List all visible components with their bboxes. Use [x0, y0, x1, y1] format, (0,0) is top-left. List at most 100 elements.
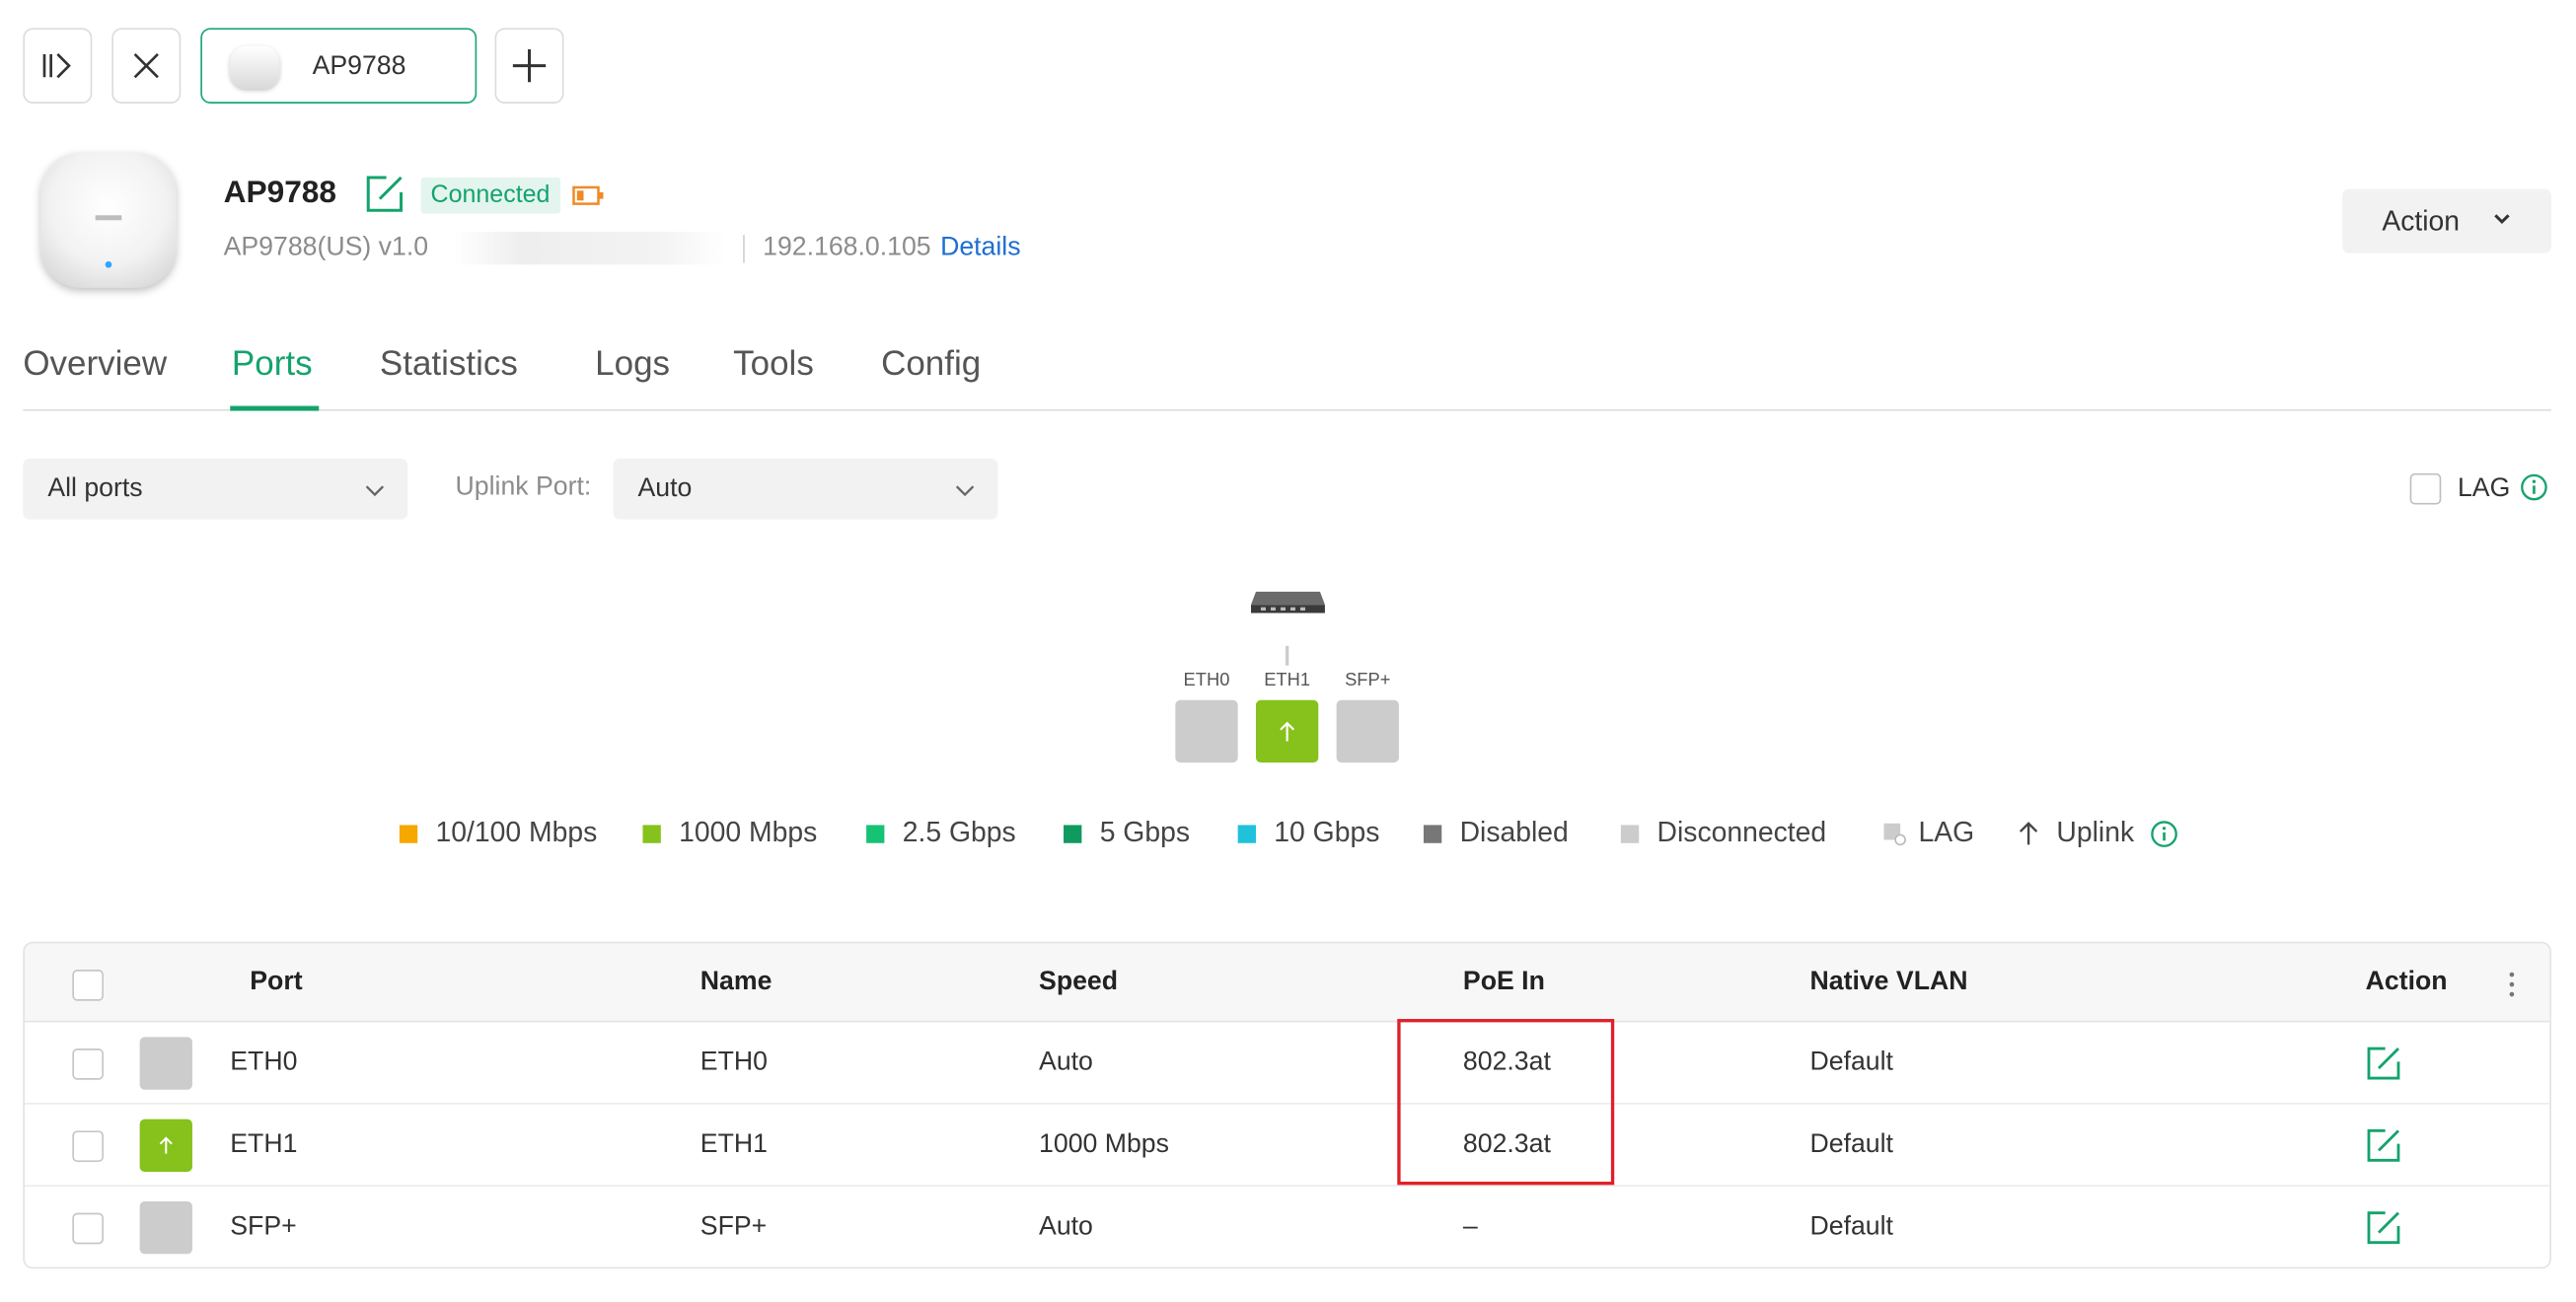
legend-swatch: [399, 824, 418, 842]
edit-icon[interactable]: [2366, 1209, 2402, 1246]
lag-label: LAG: [2457, 474, 2511, 503]
tab-statistics[interactable]: Statistics: [380, 345, 518, 385]
edit-icon[interactable]: [2366, 1046, 2402, 1082]
more-options-icon[interactable]: [2509, 972, 2516, 998]
poe-power-icon: [572, 185, 604, 205]
legend-label: LAG: [1918, 817, 1975, 848]
legend-label: 5 Gbps: [1099, 817, 1191, 848]
ports-table: Port Name Speed PoE In Native VLAN Actio…: [23, 941, 2551, 1269]
legend-item: Disconnected: [1620, 815, 1827, 851]
chevron-down-icon: [365, 485, 385, 497]
lag-checkbox[interactable]: [2409, 472, 2442, 505]
diagram-port-sfp[interactable]: [1336, 699, 1399, 763]
plus-icon: [512, 48, 547, 83]
cell-speed: Auto: [1039, 1212, 1093, 1241]
diagram-port-label: SFP+: [1345, 670, 1391, 690]
device-tab-chip[interactable]: AP9788: [200, 28, 478, 104]
cell-name: SFP+: [699, 1212, 768, 1241]
info-icon[interactable]: [2151, 820, 2178, 847]
legend-label: Disconnected: [1656, 817, 1827, 848]
cell-poe-in: –: [1462, 1212, 1478, 1241]
cell-speed: 1000 Mbps: [1039, 1130, 1169, 1159]
legend-item: Uplink: [2017, 815, 2178, 851]
chevron-down-icon: [955, 485, 975, 497]
column-header-poe-in[interactable]: PoE In: [1463, 968, 1545, 997]
add-tab-button[interactable]: [494, 28, 564, 104]
cell-native-vlan: Default: [1809, 1130, 1893, 1159]
row-checkbox[interactable]: [72, 1130, 104, 1163]
edit-name-icon[interactable]: [365, 175, 405, 214]
uplink-port-label: Uplink Port:: [455, 472, 592, 502]
device-name: AP9788: [223, 176, 337, 211]
chevron-down-icon: [2494, 214, 2510, 225]
legend-swatch: [1620, 824, 1640, 842]
cell-port: ETH0: [230, 1049, 298, 1077]
action-dropdown-button[interactable]: Action: [2342, 188, 2551, 253]
status-badge: Connected: [420, 177, 560, 214]
column-header-native-vlan[interactable]: Native VLAN: [1809, 968, 1967, 997]
expand-panel-icon: [42, 53, 71, 79]
column-header-speed[interactable]: Speed: [1039, 968, 1118, 997]
device-model: AP9788(US) v1.0: [223, 233, 429, 261]
expand-sidebar-button[interactable]: [23, 28, 93, 104]
table-row[interactable]: ETH1 ETH1 1000 Mbps 802.3at Default: [24, 1105, 2550, 1187]
legend-swatch: [866, 824, 885, 842]
legend-item: 5 Gbps: [1064, 815, 1190, 851]
port-status-icon: [139, 1200, 192, 1255]
uplink-port-value: Auto: [637, 474, 693, 503]
table-header: Port Name Speed PoE In Native VLAN Actio…: [24, 943, 2550, 1023]
legend-item: LAG: [1882, 815, 1974, 851]
column-header-port[interactable]: Port: [250, 968, 302, 997]
device-brand-mark: [95, 215, 122, 221]
action-dropdown-label: Action: [2382, 204, 2461, 237]
diagram-port-label: ETH1: [1264, 670, 1311, 690]
divider: [743, 235, 745, 263]
column-header-name[interactable]: Name: [700, 968, 773, 997]
edit-icon[interactable]: [2366, 1127, 2402, 1164]
legend-label: 10/100 Mbps: [435, 817, 598, 848]
ports-page: AP9788 AP9788 Connected AP9788(US) v1.0 …: [0, 0, 2576, 1302]
ports-filter-value: All ports: [47, 474, 143, 503]
tab-logs[interactable]: Logs: [595, 345, 670, 385]
info-icon[interactable]: [2520, 473, 2547, 501]
redacted-mac-address: [453, 231, 727, 265]
cell-native-vlan: Default: [1809, 1049, 1893, 1077]
close-icon: [133, 53, 159, 79]
select-all-checkbox[interactable]: [72, 970, 104, 1001]
row-checkbox[interactable]: [72, 1049, 104, 1080]
diagram-port-eth0[interactable]: [1175, 699, 1238, 763]
legend-item: 10/100 Mbps: [399, 815, 598, 851]
uplink-arrow-icon: [1280, 721, 1295, 742]
legend-label: Disabled: [1459, 817, 1569, 848]
diagram-port-label: ETH0: [1183, 670, 1230, 690]
uplink-port-select[interactable]: Auto: [613, 458, 998, 520]
legend-item: 2.5 Gbps: [866, 815, 1016, 851]
uplink-arrow-icon: [159, 1136, 173, 1154]
diagram-port-eth1[interactable]: [1255, 699, 1319, 763]
legend-label: Uplink: [2056, 817, 2135, 848]
legend-label: 1000 Mbps: [679, 817, 818, 848]
port-status-icon: [139, 1119, 192, 1173]
table-row[interactable]: ETH0 ETH0 Auto 802.3at Default: [24, 1022, 2550, 1105]
lag-legend-icon: [1883, 823, 1906, 846]
legend-label: 2.5 Gbps: [902, 817, 1016, 848]
access-point-thumbnail-icon: [230, 45, 280, 89]
cell-speed: Auto: [1039, 1049, 1093, 1077]
cell-name: ETH1: [699, 1130, 768, 1159]
legend-item: Disabled: [1423, 815, 1569, 851]
tab-ports[interactable]: Ports: [232, 345, 313, 385]
cell-port: ETH1: [230, 1130, 298, 1159]
legend-item: 10 Gbps: [1237, 815, 1380, 851]
close-button[interactable]: [111, 28, 182, 104]
details-link[interactable]: Details: [940, 234, 1020, 263]
tab-tools[interactable]: Tools: [733, 345, 814, 385]
ports-filter-select[interactable]: All ports: [23, 458, 408, 520]
tab-config[interactable]: Config: [881, 345, 981, 385]
cell-native-vlan: Default: [1809, 1212, 1893, 1241]
table-row[interactable]: SFP+ SFP+ Auto – Default: [25, 1187, 2549, 1267]
row-checkbox[interactable]: [72, 1212, 104, 1245]
legend-swatch: [642, 824, 661, 842]
device-tab-label: AP9788: [312, 52, 406, 81]
tab-overview[interactable]: Overview: [23, 345, 167, 385]
legend-label: 10 Gbps: [1274, 817, 1380, 848]
